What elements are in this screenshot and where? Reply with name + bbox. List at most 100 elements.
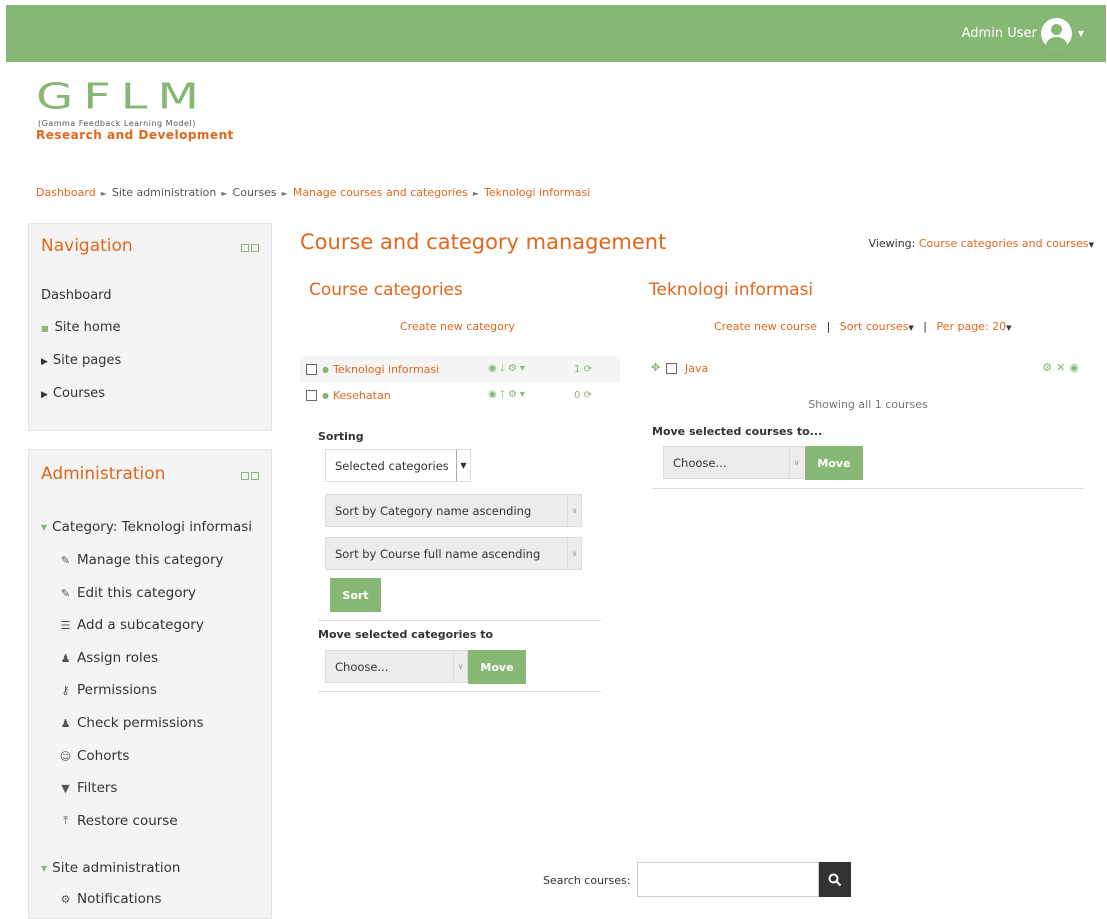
collapse-icon: ▼ — [41, 522, 48, 532]
expand-icon: ▶ — [41, 390, 48, 400]
viewing-selector[interactable]: Viewing: Course categories and courses▼ — [869, 237, 1094, 250]
course-name[interactable]: Java — [685, 362, 708, 375]
eye-icon: ◉ — [1069, 361, 1083, 374]
user-icon: ♟ — [60, 651, 71, 665]
breadcrumb: Dashboard ► Site administration ► Courses ► Ma… — [36, 186, 591, 199]
nav-courses[interactable]: ▶ Courses — [41, 386, 105, 401]
category-actions[interactable]: ◉🡓⚙▾ — [488, 361, 528, 378]
breadcrumb-dashboard[interactable]: Dashboard — [36, 186, 96, 199]
top-navbar: Admin User ▼ — [6, 5, 1106, 62]
sort-button[interactable]: Sort — [330, 578, 381, 612]
sort-course-select[interactable]: Sort by Course full name ascending ∨ — [325, 537, 582, 570]
admin-site-administration[interactable]: ▼ Site administration — [41, 860, 180, 876]
categories-heading: Course categories — [309, 280, 463, 300]
bullet-icon: ● — [322, 390, 329, 400]
showing-count: Showing all 1 courses — [808, 398, 928, 411]
caret-down-icon: ▾ — [519, 362, 528, 374]
administration-block: Administration ▼ Category: Teknologi info… — [28, 449, 272, 919]
separator: | — [826, 320, 831, 333]
admin-manage-category[interactable]: ✎ Manage this category — [59, 552, 224, 568]
category-row[interactable]: ● Teknologi informasi ◉🡓⚙▾ 1 ⟳ — [300, 356, 620, 382]
category-name[interactable]: Teknologi informasi — [333, 363, 439, 376]
admin-permissions[interactable]: ⚷ Permissions — [59, 682, 156, 698]
user-menu[interactable]: Admin User ▼ — [962, 18, 1084, 49]
category-row[interactable]: ● Kesehatan ◉🡑⚙▾ 0 ⟳ — [300, 382, 620, 408]
course-listing-actions: Create new course | Sort courses ▼ | Per … — [714, 320, 1012, 333]
move-categories-select[interactable]: Choose... ∨ — [325, 650, 468, 683]
breadcrumb-site-admin[interactable]: Site administration — [112, 186, 217, 199]
navigation-title: Navigation — [41, 236, 133, 256]
course-actions[interactable]: ⚙✕◉ — [1042, 361, 1083, 374]
admin-add-subcategory[interactable]: ☰ Add a subcategory — [59, 617, 204, 633]
sort-category-select[interactable]: Sort by Category name ascending ∨ — [325, 494, 582, 527]
eye-icon: ◉ — [488, 362, 500, 374]
move-courses-button[interactable]: Move — [805, 446, 863, 480]
block-controls[interactable] — [241, 244, 259, 252]
category-checkbox[interactable] — [306, 389, 317, 401]
separator: | — [923, 320, 927, 333]
nav-site-home[interactable]: ■ Site home — [41, 320, 121, 335]
category-name[interactable]: Kesehatan — [333, 389, 391, 402]
search-button[interactable] — [819, 862, 851, 897]
navigation-block: Navigation Dashboard ■ Site home ▶ Site pa… — [28, 223, 272, 431]
search-label: Search courses: — [543, 874, 631, 887]
admin-restore-course[interactable]: ⤒ Restore course — [59, 813, 178, 829]
logo-tagline: Research and Development — [36, 128, 234, 142]
arrow-down-icon: 🡓 — [499, 362, 508, 374]
filter-icon: ▼ — [61, 781, 70, 795]
admin-check-permissions[interactable]: ♟ Check permissions — [59, 715, 204, 731]
move-courses-select[interactable]: Choose... ∨ — [663, 446, 804, 479]
user-check-icon: ♟ — [60, 716, 71, 730]
admin-category-header[interactable]: ▼ Category: Teknologi informasi — [41, 519, 252, 535]
avatar-icon — [1040, 18, 1072, 49]
breadcrumb-courses[interactable]: Courses — [233, 186, 277, 199]
admin-edit-category[interactable]: ✎ Edit this category — [59, 585, 196, 601]
gear-icon: ⚙ — [1042, 361, 1057, 374]
expand-icon: ▶ — [41, 357, 48, 367]
arrow-up-icon: 🡑 — [499, 388, 508, 400]
logo-subtitle: (Gamma Feedback Learning Model) — [38, 119, 196, 128]
gear-icon: ⚙ — [507, 362, 520, 374]
sort-courses-link[interactable]: Sort courses — [840, 320, 909, 333]
nav-dashboard[interactable]: Dashboard — [41, 288, 112, 303]
caret-down-icon: ▾ — [519, 388, 528, 400]
move-categories-label: Move selected categories to — [318, 628, 494, 641]
admin-cohorts[interactable]: ☺ Cohorts — [59, 748, 130, 764]
per-page-link[interactable]: Per page: 20 — [936, 320, 1006, 333]
move-handle-icon[interactable]: ✥ — [651, 361, 660, 374]
course-row[interactable]: ✥ Java ⚙✕◉ — [651, 360, 1085, 378]
divider — [318, 691, 601, 692]
chevron-down-icon: ▼ — [456, 450, 470, 481]
search-courses-input[interactable] — [637, 862, 819, 897]
course-checkbox[interactable] — [666, 363, 677, 374]
admin-filters[interactable]: ▼ Filters — [59, 780, 117, 796]
block-controls[interactable] — [241, 472, 259, 480]
sorting-label: Sorting — [318, 430, 364, 443]
admin-assign-roles[interactable]: ♟ Assign roles — [59, 650, 159, 666]
create-category-link[interactable]: Create new category — [400, 320, 515, 333]
move-categories-button[interactable]: Move — [468, 650, 526, 684]
site-logo[interactable]: GFLM (Gamma Feedback Learning Model) Res… — [36, 75, 266, 144]
sort-scope-select[interactable]: Selected categories ▼ — [325, 449, 471, 482]
category-course-count: 0 ⟳ — [574, 389, 592, 401]
divider — [318, 620, 601, 621]
search-icon — [828, 873, 842, 886]
eye-icon: ◉ — [488, 388, 500, 400]
category-actions[interactable]: ◉🡑⚙▾ — [488, 387, 528, 404]
admin-notifications[interactable]: ⚙ Notifications — [59, 891, 162, 907]
caret-down-icon: ▼ — [1006, 324, 1012, 332]
courses-icon: ⟳ — [583, 363, 592, 375]
create-course-link[interactable]: Create new course — [714, 320, 817, 333]
bullet-icon: ● — [322, 364, 329, 374]
viewing-value[interactable]: Course categories and courses — [919, 237, 1089, 250]
gear-icon: ⚙ — [60, 892, 71, 906]
logo-text: GFLM — [36, 75, 209, 118]
chevron-down-icon: ∨ — [789, 447, 803, 478]
page-title: Course and category management — [300, 230, 667, 254]
breadcrumb-manage[interactable]: Manage courses and categories — [293, 186, 468, 199]
nav-site-pages[interactable]: ▶ Site pages — [41, 353, 121, 368]
category-checkbox[interactable] — [306, 363, 317, 375]
users-icon: ☺ — [59, 749, 72, 763]
upload-icon: ⤒ — [63, 814, 68, 827]
breadcrumb-current[interactable]: Teknologi informasi — [484, 186, 590, 199]
